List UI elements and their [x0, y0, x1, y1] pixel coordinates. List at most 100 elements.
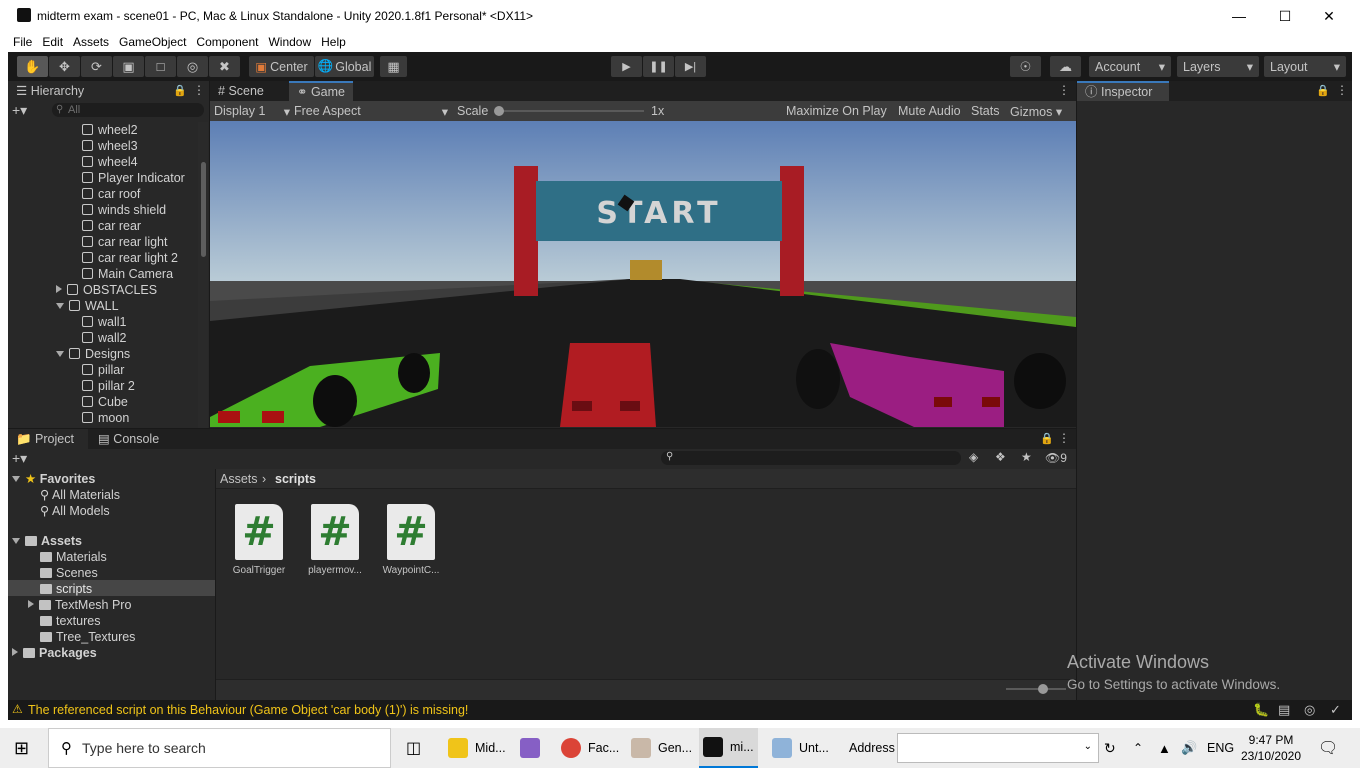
folder-tree-textures[interactable]: Tree_Textures	[40, 630, 135, 644]
hierarchy-item[interactable]: wheel4	[82, 154, 138, 170]
hierarchy-item[interactable]: wall1	[82, 314, 127, 330]
hierarchy-item[interactable]: car rear light 2	[82, 250, 178, 266]
hierarchy-item[interactable]: pillar	[82, 362, 124, 378]
hierarchy-item[interactable]: car rear light	[82, 234, 167, 250]
game-view[interactable]: START	[210, 121, 1076, 427]
hierarchy-item[interactable]: Player Indicator	[82, 170, 185, 186]
refresh-icon[interactable]: ↻	[1104, 728, 1116, 768]
aspect-dropdown[interactable]: Free Aspect ▾	[294, 101, 448, 121]
hierarchy-item[interactable]: OBSTACLES	[56, 282, 157, 298]
menu-assets[interactable]: Assets	[68, 33, 114, 51]
hierarchy-item[interactable]: wheel2	[82, 122, 138, 138]
minimize-button[interactable]: —	[1216, 0, 1262, 32]
folder-textmesh-pro[interactable]: TextMesh Pro	[28, 598, 131, 612]
taskbar-app-genshin[interactable]: Gen...	[631, 728, 692, 768]
collab-icon[interactable]: ☉	[1010, 56, 1041, 77]
chevron-down-icon[interactable]	[56, 351, 64, 357]
favorites-header[interactable]: ★ Favorites	[12, 471, 95, 486]
task-view-icon[interactable]: ◫	[406, 728, 421, 768]
favorite-star-icon[interactable]: ★	[1021, 450, 1032, 464]
taskbar-search-box[interactable]: ⚲ Type here to search	[48, 728, 391, 768]
hierarchy-item[interactable]: wall2	[82, 330, 127, 346]
more-menu-icon[interactable]: ⋮	[1058, 83, 1070, 97]
tab-project[interactable]: 📁 Project	[8, 429, 88, 449]
chevron-up-icon[interactable]: ⌃	[1133, 728, 1143, 768]
check-icon[interactable]: ✓	[1330, 702, 1341, 718]
scale-tool-icon[interactable]: ▣	[113, 56, 144, 77]
tab-inspector[interactable]: ⓘ Inspector	[1077, 81, 1169, 101]
hierarchy-item[interactable]: moon	[82, 410, 129, 426]
debug-icon[interactable]: 🐛	[1253, 702, 1269, 718]
move-tool-icon[interactable]: ✥	[49, 56, 80, 77]
project-search-input[interactable]: ⚲	[661, 451, 961, 465]
hierarchy-item[interactable]: car rear	[82, 218, 141, 234]
more-menu-icon[interactable]: ⋮	[1058, 431, 1070, 445]
favorite-all-models[interactable]: ⚲ All Models	[40, 503, 110, 518]
icon-size-handle[interactable]	[1038, 684, 1048, 694]
taskbar-app-paint[interactable]: Unt...	[772, 728, 829, 768]
assets-header[interactable]: Assets	[12, 534, 82, 548]
global-button[interactable]: 🌐 Global	[315, 56, 374, 77]
cache-icon[interactable]: ▤	[1278, 702, 1290, 718]
notifications-icon[interactable]: 🗨	[1318, 728, 1338, 768]
layers-dropdown[interactable]: Layers ▾	[1177, 56, 1259, 77]
step-button[interactable]: ▶|	[675, 56, 706, 77]
transform-tool-icon[interactable]: ◎	[177, 56, 208, 77]
menu-window[interactable]: Window	[263, 33, 316, 51]
menu-gameobject[interactable]: GameObject	[114, 33, 191, 51]
chevron-down-icon[interactable]	[56, 303, 64, 309]
hierarchy-item[interactable]: Designs	[56, 346, 130, 362]
scale-slider[interactable]	[502, 110, 644, 112]
hierarchy-item[interactable]: pillar 2	[82, 378, 135, 394]
language-indicator[interactable]: ENG	[1207, 728, 1234, 768]
hierarchy-scrollbar[interactable]	[198, 122, 208, 428]
hand-tool-icon[interactable]: ✋	[17, 56, 48, 77]
favorite-all-materials[interactable]: ⚲ All Materials	[40, 487, 120, 502]
hierarchy-item[interactable]: WALL	[56, 298, 119, 314]
cloud-icon[interactable]: ☁	[1050, 56, 1081, 77]
tab-scene[interactable]: # Scene	[210, 81, 272, 101]
label-tag-icon[interactable]: ❖	[995, 450, 1006, 464]
address-input[interactable]: ⌄	[897, 733, 1099, 763]
scrollbar-thumb[interactable]	[201, 162, 206, 257]
folder-materials[interactable]: Materials	[40, 550, 107, 564]
scale-slider-handle[interactable]	[494, 106, 504, 116]
breadcrumb-assets[interactable]: Assets	[220, 472, 258, 486]
layout-dropdown[interactable]: Layout ▾	[1264, 56, 1346, 77]
taskbar-app-explorer[interactable]: Mid...	[448, 728, 506, 768]
volume-icon[interactable]: 🔊	[1181, 728, 1197, 768]
hierarchy-search-input[interactable]: ⚲ All	[52, 103, 204, 117]
display-dropdown[interactable]: Display 1 ▾	[214, 101, 290, 121]
hierarchy-item[interactable]: wheel3	[82, 138, 138, 154]
rotate-tool-icon[interactable]: ⟳	[81, 56, 112, 77]
pivot-center-button[interactable]: ▣ Center	[249, 56, 314, 77]
taskbar-app-unity[interactable]: mi...	[699, 728, 758, 768]
icon-size-slider[interactable]	[1006, 688, 1066, 690]
hidden-packages-toggle[interactable]: 👁9	[1045, 451, 1067, 465]
folder-scripts[interactable]: scripts	[40, 582, 92, 596]
wifi-icon[interactable]: ▲	[1158, 728, 1171, 768]
rect-tool-icon[interactable]: □	[145, 56, 176, 77]
pause-button[interactable]: ❚❚	[643, 56, 674, 77]
maximize-on-play-toggle[interactable]: Maximize On Play	[786, 104, 887, 118]
hierarchy-item[interactable]: Main Camera	[82, 266, 173, 282]
script-file[interactable]: # GoalTrigger	[230, 504, 288, 576]
taskbar-app-visual-studio[interactable]	[520, 728, 547, 768]
breadcrumb-scripts[interactable]: scripts	[275, 472, 316, 486]
menu-help[interactable]: Help	[316, 33, 351, 51]
clock[interactable]: 9:47 PM 23/10/2020	[1236, 728, 1306, 768]
hierarchy-item[interactable]: winds shield	[82, 202, 166, 218]
script-file[interactable]: # playermov...	[306, 504, 364, 576]
hierarchy-item[interactable]: car roof	[82, 186, 140, 202]
tab-console[interactable]: ▤ Console	[90, 429, 167, 449]
tab-game[interactable]: ⚭ Game	[289, 81, 353, 101]
add-object-button[interactable]: +▾	[12, 102, 27, 119]
menu-file[interactable]: File	[8, 33, 37, 51]
hierarchy-item[interactable]: Cube	[82, 394, 128, 410]
menu-edit[interactable]: Edit	[37, 33, 68, 51]
gizmos-dropdown[interactable]: Gizmos ▾	[1010, 104, 1062, 119]
progress-icon[interactable]: ◎	[1304, 702, 1315, 718]
close-button[interactable]: ✕	[1306, 0, 1352, 32]
lock-icon[interactable]: 🔒	[1316, 84, 1330, 97]
script-file[interactable]: # WaypointC...	[382, 504, 440, 576]
